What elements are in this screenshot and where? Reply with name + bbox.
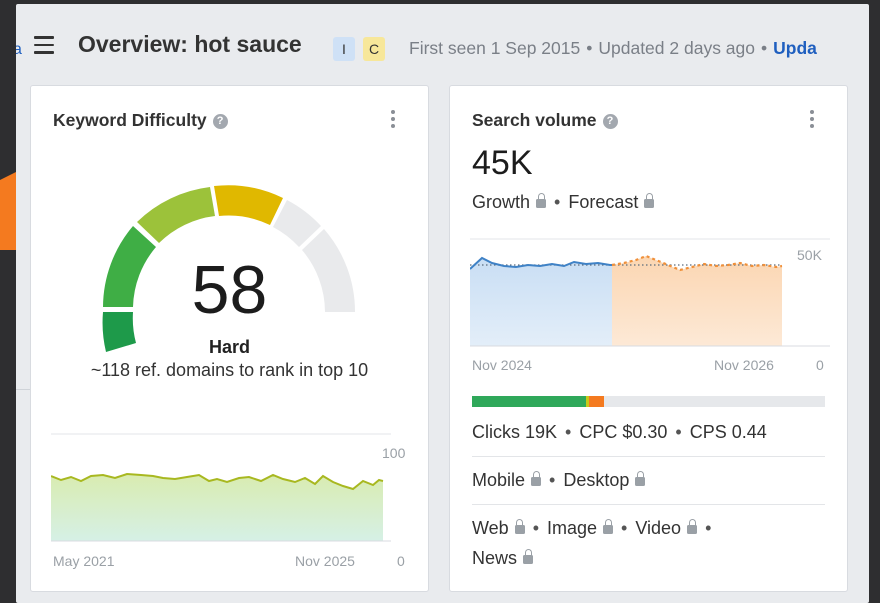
keyword-meta: First seen 1 Sep 2015 • Updated 2 days ago… bbox=[409, 38, 817, 58]
more-options-icon[interactable] bbox=[390, 110, 396, 132]
keyword-difficulty-card: Keyword Difficulty? 58 Hard ~118 ref. do… bbox=[30, 85, 429, 592]
search-volume-title: Search volume? bbox=[472, 110, 618, 131]
search-type-row: Web • Image • Video • bbox=[472, 518, 712, 538]
intent-badge-informational: I bbox=[333, 37, 355, 61]
help-icon[interactable]: ? bbox=[212, 114, 228, 129]
keyword-difficulty-title-text: Keyword Difficulty bbox=[53, 110, 207, 130]
clicks-value: Clicks 19K bbox=[472, 422, 558, 442]
divider bbox=[472, 456, 825, 457]
update-link[interactable]: Upda bbox=[773, 38, 817, 58]
search-type-row-wrap: News bbox=[472, 548, 534, 569]
first-seen-text: First seen 1 Sep 2015 bbox=[409, 38, 581, 58]
volume-y-max-label: 50K bbox=[797, 247, 822, 263]
desktop-label[interactable]: Desktop bbox=[563, 470, 629, 490]
difficulty-x-end-label: Nov 2025 bbox=[295, 553, 355, 569]
difficulty-rating: Hard bbox=[208, 337, 250, 357]
growth-label[interactable]: Growth bbox=[472, 192, 530, 212]
help-icon[interactable]: ? bbox=[602, 114, 618, 129]
device-row: Mobile • Desktop bbox=[472, 470, 646, 491]
video-label[interactable]: Video bbox=[635, 518, 681, 538]
clicks-cpc-cps-row: Clicks 19K • CPC $0.30 • CPS 0.44 bbox=[472, 422, 767, 442]
left-divider bbox=[16, 389, 30, 390]
other-clicks-segment bbox=[589, 396, 604, 407]
difficulty-y-max-label: 100 bbox=[382, 445, 406, 461]
lock-icon bbox=[536, 193, 547, 208]
volume-x-start-label: Nov 2024 bbox=[472, 357, 532, 373]
difficulty-history-area bbox=[51, 474, 383, 541]
keyword-difficulty-title: Keyword Difficulty? bbox=[53, 110, 228, 131]
lock-icon bbox=[687, 519, 698, 534]
organic-clicks-segment bbox=[472, 396, 586, 407]
screen-background: a Overview: hot sauce I C First seen 1 S… bbox=[0, 0, 880, 603]
growth-forecast-row: Growth • Forecast bbox=[472, 192, 655, 213]
volume-forecast-area bbox=[612, 256, 782, 346]
news-label[interactable]: News bbox=[472, 548, 517, 568]
more-options-icon[interactable] bbox=[809, 110, 815, 132]
volume-y-min-label: 0 bbox=[816, 357, 824, 373]
search-volume-card: Search volume? 45K Growth • Forecast 50K… bbox=[449, 85, 848, 592]
volume-history-area bbox=[470, 258, 612, 346]
lock-icon bbox=[514, 519, 525, 534]
intent-badge-commercial: C bbox=[363, 37, 385, 61]
search-volume-value: 45K bbox=[472, 144, 533, 182]
difficulty-x-start-label: May 2021 bbox=[53, 553, 115, 569]
gauge-segment-3 bbox=[137, 187, 215, 243]
difficulty-score: 58 bbox=[191, 252, 268, 328]
image-label[interactable]: Image bbox=[547, 518, 597, 538]
volume-x-end-label: Nov 2026 bbox=[714, 357, 774, 373]
lock-icon bbox=[635, 471, 646, 486]
lock-icon bbox=[603, 519, 614, 534]
edge-link-fragment[interactable]: a bbox=[16, 41, 22, 59]
difficulty-y-min-label: 0 bbox=[397, 553, 405, 569]
clicks-distribution-bar bbox=[472, 396, 825, 407]
ahrefs-overview-panel: a Overview: hot sauce I C First seen 1 S… bbox=[16, 4, 869, 603]
web-label[interactable]: Web bbox=[472, 518, 509, 538]
search-volume-chart bbox=[470, 238, 830, 347]
hamburger-menu-icon[interactable] bbox=[34, 36, 54, 54]
lock-icon bbox=[644, 193, 655, 208]
updated-text: Updated 2 days ago bbox=[598, 38, 756, 58]
ref-domains-note: ~118 ref. domains to rank in top 10 bbox=[90, 360, 369, 380]
mobile-label[interactable]: Mobile bbox=[472, 470, 525, 490]
divider bbox=[472, 504, 825, 505]
gauge-segment-4 bbox=[214, 185, 283, 225]
forecast-label[interactable]: Forecast bbox=[568, 192, 638, 212]
difficulty-history-chart bbox=[51, 433, 391, 542]
lock-icon bbox=[523, 549, 534, 564]
lock-icon bbox=[531, 471, 542, 486]
cpc-value: CPC $0.30 bbox=[579, 422, 668, 442]
page-title: Overview: hot sauce bbox=[78, 31, 302, 57]
cps-value: CPS 0.44 bbox=[689, 422, 767, 442]
search-volume-title-text: Search volume bbox=[472, 110, 597, 130]
